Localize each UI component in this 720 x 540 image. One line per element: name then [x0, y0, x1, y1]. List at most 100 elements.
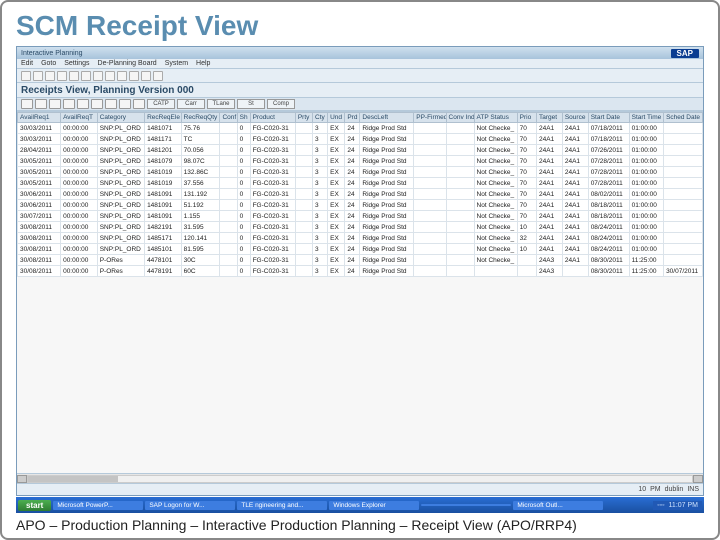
cell[interactable]: 24A1 — [562, 178, 588, 189]
cell[interactable]: 0 — [237, 178, 250, 189]
cell[interactable]: Not Checke_ — [474, 189, 517, 200]
cell[interactable]: SNP:PL_ORD — [97, 233, 144, 244]
cell[interactable]: 11:25:00 — [629, 255, 663, 266]
cell[interactable]: 30/08/2011 — [18, 222, 61, 233]
cell[interactable]: 11:25:00 — [629, 266, 663, 277]
cell[interactable]: 24 — [345, 178, 360, 189]
toolbar-button[interactable] — [33, 71, 43, 81]
cell[interactable]: 70 — [517, 134, 536, 145]
cell[interactable]: 70 — [517, 189, 536, 200]
cell[interactable]: FG-C020-31 — [250, 167, 295, 178]
cell[interactable]: 24A1 — [537, 211, 563, 222]
cell[interactable]: FG-C020-31 — [250, 233, 295, 244]
cell[interactable]: 08/30/2011 — [588, 266, 629, 277]
cell[interactable]: 70 — [517, 167, 536, 178]
column-header[interactable]: Source — [562, 113, 588, 123]
column-header[interactable]: Cty — [313, 113, 328, 123]
cell[interactable]: 24A1 — [562, 134, 588, 145]
cell[interactable]: EX — [328, 233, 345, 244]
cell[interactable] — [220, 167, 237, 178]
toolbar-button[interactable] — [21, 71, 31, 81]
cell[interactable]: 3 — [313, 167, 328, 178]
cell[interactable] — [295, 222, 312, 233]
cell[interactable]: 00:00:00 — [61, 145, 98, 156]
app-toolbar-button[interactable] — [77, 99, 89, 109]
cell[interactable]: 24A1 — [537, 167, 563, 178]
cell[interactable]: Ridge Prod Std — [360, 145, 414, 156]
cell[interactable]: 0 — [237, 134, 250, 145]
cell[interactable]: 1481091 — [145, 200, 182, 211]
cell[interactable]: 24 — [345, 167, 360, 178]
cell[interactable]: 3 — [313, 178, 328, 189]
cell[interactable]: 24 — [345, 123, 360, 134]
cell[interactable] — [220, 200, 237, 211]
cell[interactable]: 70 — [517, 200, 536, 211]
cell[interactable]: 08/18/2011 — [588, 200, 629, 211]
table-row[interactable]: 30/05/201100:00:00SNP:PL_ORD148101937.55… — [18, 178, 703, 189]
cell[interactable]: 24 — [345, 200, 360, 211]
cell[interactable] — [446, 222, 474, 233]
cell[interactable] — [414, 134, 446, 145]
table-row[interactable]: 30/06/201100:00:00SNP:PL_ORD148109151.19… — [18, 200, 703, 211]
cell[interactable]: 00:00:00 — [61, 244, 98, 255]
app-toolbar-button[interactable] — [21, 99, 33, 109]
cell[interactable]: EX — [328, 156, 345, 167]
cell[interactable]: 24A1 — [537, 145, 563, 156]
cell[interactable]: EX — [328, 211, 345, 222]
cell[interactable]: EX — [328, 200, 345, 211]
cell[interactable]: 24A1 — [537, 200, 563, 211]
menu-planning-board[interactable]: De-Planning Board — [98, 60, 157, 67]
cell[interactable] — [664, 123, 703, 134]
cell[interactable]: 24A1 — [562, 189, 588, 200]
table-row[interactable]: 30/07/201100:00:00SNP:PL_ORD14810911.155… — [18, 211, 703, 222]
cell[interactable] — [664, 189, 703, 200]
cell[interactable]: TC — [181, 134, 220, 145]
cell[interactable] — [664, 178, 703, 189]
app-toolbar-comp[interactable]: Comp — [267, 99, 295, 109]
cell[interactable]: 3 — [313, 189, 328, 200]
cell[interactable] — [220, 178, 237, 189]
cell[interactable] — [446, 266, 474, 277]
cell[interactable]: 1482191 — [145, 222, 182, 233]
column-header[interactable]: Und — [328, 113, 345, 123]
cell[interactable]: SNP:PL_ORD — [97, 178, 144, 189]
cell[interactable] — [220, 123, 237, 134]
app-toolbar-st[interactable]: St — [237, 99, 265, 109]
cell[interactable]: Ridge Prod Std — [360, 222, 414, 233]
cell[interactable]: Ridge Prod Std — [360, 233, 414, 244]
cell[interactable]: 98.07C — [181, 156, 220, 167]
cell[interactable]: Ridge Prod Std — [360, 255, 414, 266]
cell[interactable]: 30C — [181, 255, 220, 266]
toolbar-button[interactable] — [117, 71, 127, 81]
cell[interactable]: 24 — [345, 222, 360, 233]
cell[interactable]: 1481171 — [145, 134, 182, 145]
app-toolbar-button[interactable] — [119, 99, 131, 109]
cell[interactable]: 37.556 — [181, 178, 220, 189]
cell[interactable] — [446, 211, 474, 222]
cell[interactable]: Ridge Prod Std — [360, 189, 414, 200]
cell[interactable] — [664, 222, 703, 233]
cell[interactable]: 3 — [313, 266, 328, 277]
table-row[interactable]: 30/08/201100:00:00SNP:PL_ORD148219131.59… — [18, 222, 703, 233]
cell[interactable] — [446, 244, 474, 255]
toolbar-button[interactable] — [93, 71, 103, 81]
cell[interactable] — [414, 233, 446, 244]
cell[interactable] — [414, 211, 446, 222]
cell[interactable] — [295, 200, 312, 211]
cell[interactable]: 01:00:00 — [629, 211, 663, 222]
cell[interactable]: SNP:PL_ORD — [97, 145, 144, 156]
app-toolbar-button[interactable] — [63, 99, 75, 109]
cell[interactable]: 1485171 — [145, 233, 182, 244]
cell[interactable]: FG-C020-31 — [250, 145, 295, 156]
menu-help[interactable]: Help — [196, 60, 210, 67]
cell[interactable]: 70.056 — [181, 145, 220, 156]
cell[interactable] — [446, 145, 474, 156]
cell[interactable] — [664, 244, 703, 255]
cell[interactable] — [295, 156, 312, 167]
cell[interactable]: 3 — [313, 222, 328, 233]
cell[interactable]: SNP:PL_ORD — [97, 222, 144, 233]
cell[interactable]: 07/18/2011 — [588, 134, 629, 145]
cell[interactable]: 24A3 — [537, 266, 563, 277]
cell[interactable]: FG-C020-31 — [250, 178, 295, 189]
column-header[interactable]: Start Date — [588, 113, 629, 123]
